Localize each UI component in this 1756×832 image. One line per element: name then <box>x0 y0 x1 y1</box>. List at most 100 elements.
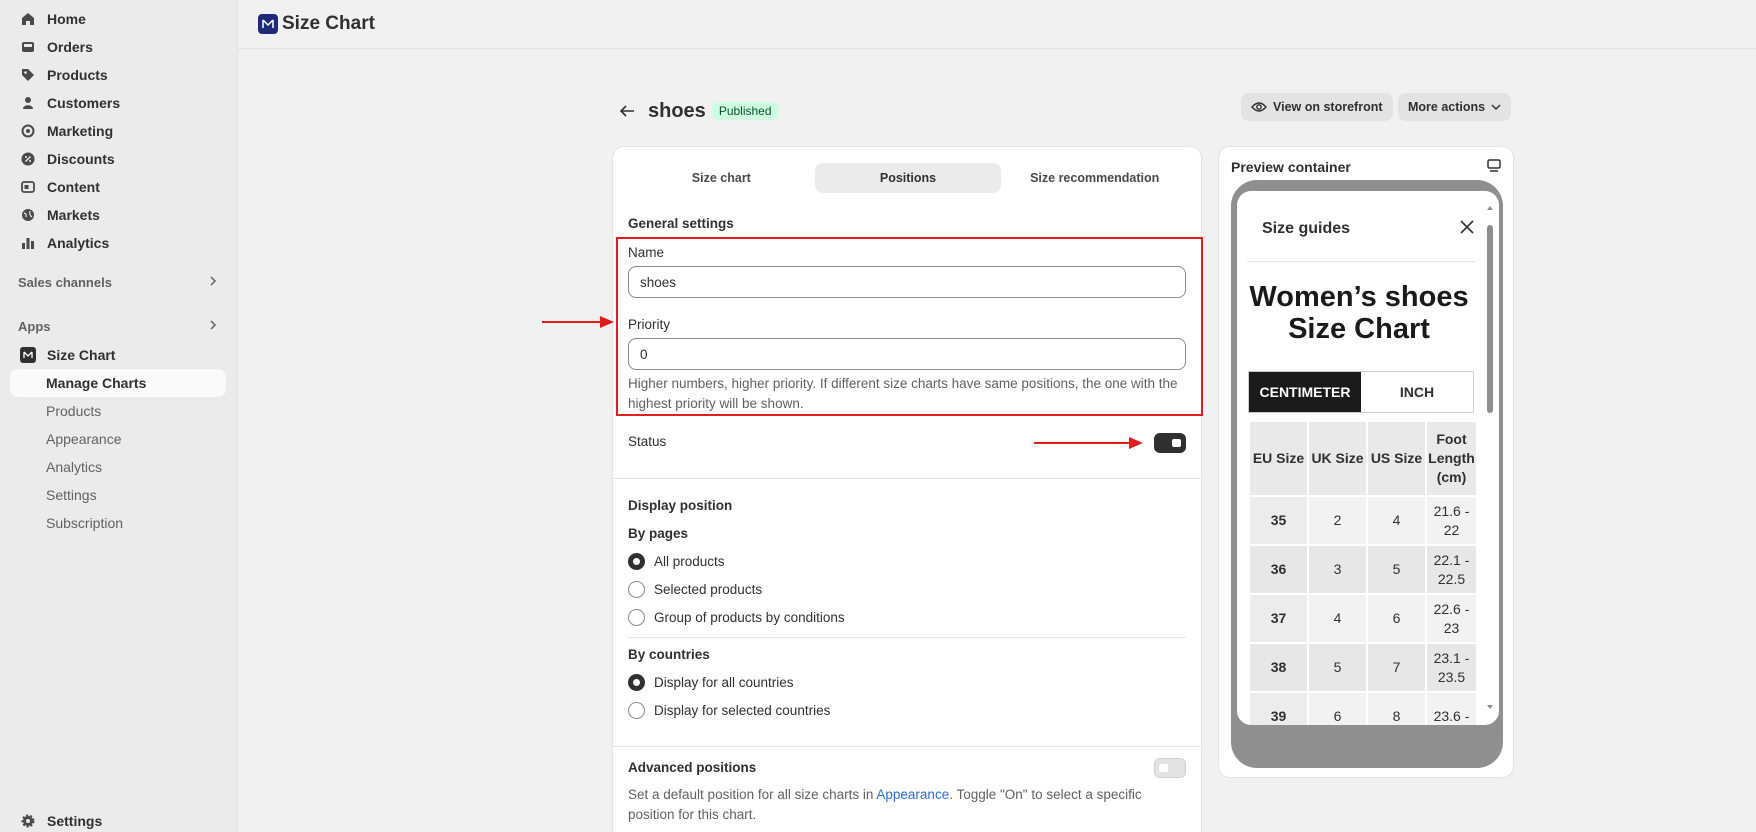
back-arrow-icon[interactable] <box>616 100 638 122</box>
radio-button[interactable] <box>628 581 645 598</box>
app-logo-icon <box>20 347 36 363</box>
sidebar-item-manage-charts[interactable]: Manage Charts <box>10 369 226 397</box>
scroll-down-icon[interactable] <box>1487 704 1493 710</box>
tab-size-recommendation[interactable]: Size recommendation <box>1001 163 1188 193</box>
general-settings-heading: General settings <box>628 216 734 231</box>
sidebar-item-content[interactable]: Content <box>10 173 226 201</box>
apps-section[interactable]: Apps <box>18 319 218 334</box>
sidebar-item-marketing[interactable]: Marketing <box>10 117 226 145</box>
bar-chart-icon <box>20 235 36 251</box>
sidebar-item-markets[interactable]: Markets <box>10 201 226 229</box>
radio-all-countries[interactable]: Display for all countries <box>628 674 794 691</box>
annotation-highlight-box <box>616 237 1203 416</box>
sales-channels-section[interactable]: Sales channels <box>18 275 218 290</box>
chevron-down-icon <box>1491 103 1501 111</box>
by-pages-heading: By pages <box>628 526 689 541</box>
radio-group-of-products[interactable]: Group of products by conditions <box>628 609 845 626</box>
sidebar-item-label: Products <box>46 403 102 419</box>
radio-button[interactable] <box>628 702 645 719</box>
radio-label: Display for all countries <box>654 675 794 690</box>
radio-all-products[interactable]: All products <box>628 553 725 570</box>
scrollbar[interactable] <box>1487 205 1493 710</box>
chevron-right-icon <box>208 275 218 290</box>
sidebar-item-app-settings[interactable]: Settings <box>10 481 226 509</box>
table-row: 39 6 8 23.6 - <box>1250 693 1476 725</box>
app-logo-icon <box>258 14 278 34</box>
scroll-up-icon[interactable] <box>1487 205 1493 211</box>
top-bar: Size Chart <box>238 0 1756 49</box>
sidebar-item-app-analytics[interactable]: Analytics <box>10 453 226 481</box>
eye-icon <box>1251 101 1267 113</box>
tab-bar: Size chart Positions Size recommendation <box>628 163 1188 193</box>
table-cell: 39 <box>1250 693 1307 725</box>
radio-button[interactable] <box>628 674 645 691</box>
sidebar-item-customers[interactable]: Customers <box>10 89 226 117</box>
sidebar-item-settings[interactable]: Settings <box>10 807 226 832</box>
table-cell: 5 <box>1309 644 1366 691</box>
sidebar-item-orders[interactable]: Orders <box>10 33 226 61</box>
app-title: Size Chart <box>282 13 375 34</box>
more-actions-button[interactable]: More actions <box>1398 93 1512 121</box>
radio-label: Selected products <box>654 582 763 597</box>
sidebar-item-subscription[interactable]: Subscription <box>10 509 226 537</box>
table-cell: 4 <box>1368 497 1425 544</box>
status-label: Status <box>628 434 667 449</box>
scroll-thumb[interactable] <box>1487 225 1493 413</box>
chevron-right-icon <box>208 319 218 334</box>
column-header: Foot Length (cm) <box>1427 422 1476 495</box>
unit-switcher: CENTIMETER INCH <box>1248 371 1474 413</box>
unit-centimeter-button[interactable]: CENTIMETER <box>1249 372 1361 412</box>
more-actions-label: More actions <box>1408 100 1486 114</box>
table-cell: 22.1 - 22.5 <box>1427 546 1476 593</box>
sidebar-item-label: Home <box>47 11 86 27</box>
sidebar-item-appearance[interactable]: Appearance <box>10 425 226 453</box>
sidebar: Home Orders Products Customers Marketing… <box>0 0 238 832</box>
inbox-icon <box>20 39 36 55</box>
table-cell: 23.1 - 23.5 <box>1427 644 1476 691</box>
radio-selected-countries[interactable]: Display for selected countries <box>628 702 830 719</box>
display-position-heading: Display position <box>628 498 733 513</box>
phone-frame: Size guides Women’s shoes Size Chart CEN… <box>1231 180 1503 768</box>
view-on-storefront-button[interactable]: View on storefront <box>1241 93 1393 121</box>
tab-size-chart[interactable]: Size chart <box>628 163 815 193</box>
table-row: 38 5 7 23.1 - 23.5 <box>1250 644 1476 691</box>
desktop-toggle-icon[interactable] <box>1487 159 1501 176</box>
preview-title: Preview container <box>1231 159 1351 175</box>
radio-button[interactable] <box>628 553 645 570</box>
view-on-storefront-label: View on storefront <box>1273 100 1383 114</box>
table-cell: 38 <box>1250 644 1307 691</box>
divider <box>1247 261 1475 262</box>
sidebar-item-label: Products <box>47 67 108 83</box>
appearance-link[interactable]: Appearance <box>876 787 949 802</box>
size-guides-title: Size guides <box>1262 220 1351 237</box>
annotation-arrow-icon <box>1034 437 1143 449</box>
close-icon[interactable] <box>1459 219 1475 238</box>
person-icon <box>20 95 36 111</box>
sidebar-item-app-products[interactable]: Products <box>10 397 226 425</box>
tag-icon <box>20 67 36 83</box>
status-toggle[interactable] <box>1154 433 1186 453</box>
sidebar-item-label: Orders <box>47 39 93 55</box>
discount-icon <box>20 151 36 167</box>
table-cell: 23.6 - <box>1427 693 1476 725</box>
sidebar-item-label: Content <box>47 179 100 195</box>
phone-screen: Size guides Women’s shoes Size Chart CEN… <box>1237 191 1499 725</box>
advanced-positions-toggle[interactable] <box>1154 758 1186 778</box>
table-row: 37 4 6 22.6 - 23 <box>1250 595 1476 642</box>
size-table: EU Size UK Size US Size Foot Length (cm)… <box>1248 420 1478 725</box>
sidebar-item-products[interactable]: Products <box>10 61 226 89</box>
tab-positions[interactable]: Positions <box>814 163 1002 193</box>
sidebar-item-home[interactable]: Home <box>10 5 226 33</box>
sidebar-item-analytics[interactable]: Analytics <box>10 229 226 257</box>
column-header: US Size <box>1368 422 1425 495</box>
unit-inch-button[interactable]: INCH <box>1361 372 1473 412</box>
sidebar-item-label: Size Chart <box>47 347 116 363</box>
radio-button[interactable] <box>628 609 645 626</box>
table-cell: 36 <box>1250 546 1307 593</box>
sidebar-item-label: Analytics <box>46 459 103 475</box>
sidebar-item-label: Subscription <box>46 515 124 531</box>
sidebar-item-discounts[interactable]: Discounts <box>10 145 226 173</box>
sidebar-item-size-chart-app[interactable]: Size Chart <box>10 341 226 369</box>
radio-selected-products[interactable]: Selected products <box>628 581 762 598</box>
radio-label: Group of products by conditions <box>654 610 845 625</box>
